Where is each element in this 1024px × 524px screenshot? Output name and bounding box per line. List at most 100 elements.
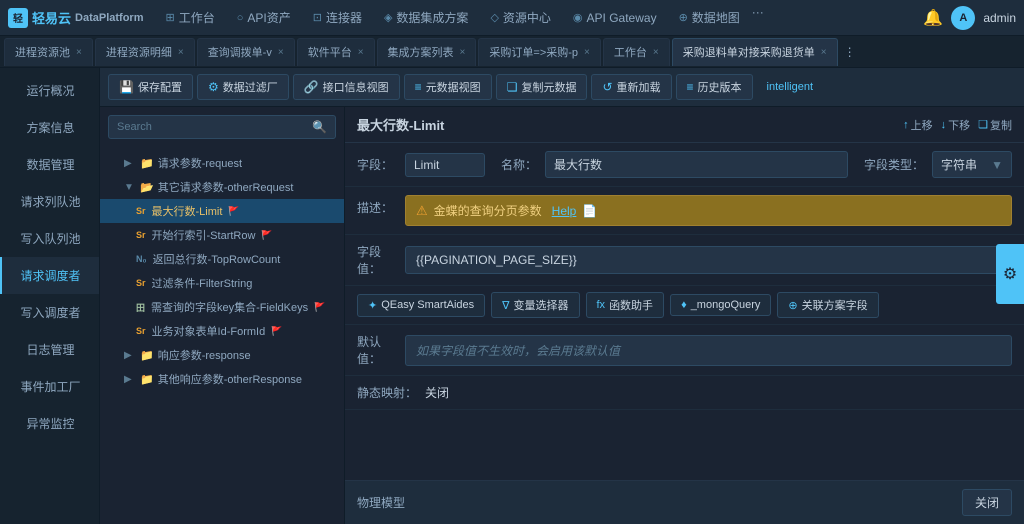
flag-icon: 🚩 bbox=[228, 206, 239, 217]
connector-icon: ⊡ bbox=[313, 11, 322, 24]
tree-label: 开始行索引-StartRow bbox=[152, 227, 256, 243]
move-up-button[interactable]: ↑ 上移 bbox=[903, 117, 933, 133]
mongoquery-button[interactable]: ♦ _mongoQuery bbox=[670, 294, 771, 316]
nav-items: ⊞ 工作台 ○ API资产 ⊡ 连接器 ◈ 数据集成方案 ◇ 资源中心 ◉ AP… bbox=[155, 5, 919, 30]
copy-button[interactable]: ❏ 复制 bbox=[978, 117, 1012, 133]
tab-close[interactable]: × bbox=[653, 47, 659, 58]
tab-close[interactable]: × bbox=[821, 47, 827, 58]
field-value[interactable]: Limit bbox=[405, 153, 485, 177]
tree-item-request[interactable]: ▶ 📁 请求参数-request bbox=[100, 151, 344, 175]
field-name-type-row: 字段： Limit 名称： 最大行数 字段类型： 字符串 ▼ bbox=[345, 143, 1024, 187]
copy-action-label: 复制 bbox=[990, 117, 1012, 133]
tab-purchase[interactable]: 采购订单=>采购-p × bbox=[478, 38, 600, 66]
tree-item-formid[interactable]: Sr 业务对象表单Id-FormId 🚩 bbox=[100, 319, 344, 343]
search-box[interactable]: 🔍 bbox=[108, 115, 336, 139]
name-value[interactable]: 最大行数 bbox=[545, 151, 848, 178]
smartaides-icon: ✦ bbox=[368, 299, 377, 312]
tab-close[interactable]: × bbox=[358, 47, 364, 58]
nav-item-api[interactable]: ○ API资产 bbox=[227, 5, 301, 30]
main-layout: 运行概况 方案信息 数据管理 请求列队池 写入队列池 请求调度者 写入调度者 日… bbox=[0, 68, 1024, 524]
tab-close[interactable]: × bbox=[584, 47, 590, 58]
nav-item-gateway[interactable]: ◉ API Gateway bbox=[563, 5, 667, 30]
related-fields-button[interactable]: ⊕ 关联方案字段 bbox=[777, 292, 878, 318]
nav-item-datamap[interactable]: ⊕ 数据地图 bbox=[669, 5, 750, 30]
nav-more[interactable]: ··· bbox=[752, 5, 764, 30]
tab-close[interactable]: × bbox=[460, 47, 466, 58]
copy-label: 复制元数据 bbox=[521, 79, 576, 95]
tab-workbench[interactable]: 工作台 × bbox=[603, 38, 670, 66]
user-avatar[interactable]: A bbox=[951, 6, 975, 30]
tab-query[interactable]: 查询调拨单-v × bbox=[197, 38, 295, 66]
sidebar-item-overview[interactable]: 运行概况 bbox=[0, 72, 99, 109]
tree-item-other-response[interactable]: ▶ 📁 其他响应参数-otherResponse bbox=[100, 367, 344, 391]
physical-label: 物理模型 bbox=[357, 494, 405, 511]
help-link[interactable]: Help bbox=[552, 204, 577, 218]
save-config-button[interactable]: 💾 保存配置 bbox=[108, 74, 193, 100]
mongo-icon: ♦ bbox=[681, 299, 687, 311]
move-down-button[interactable]: ↓ 下移 bbox=[941, 117, 971, 133]
tree-item-toprowcount[interactable]: N₀ 返回总行数-TopRowCount bbox=[100, 247, 344, 271]
tab-more-button[interactable]: ⋮ bbox=[840, 45, 860, 59]
sidebar-item-request-queue[interactable]: 请求列队池 bbox=[0, 183, 99, 220]
folder-icon: 📁 bbox=[140, 349, 154, 362]
intelligent-tab[interactable]: intelligent bbox=[757, 77, 823, 97]
type-select-value: 字符串 bbox=[941, 156, 977, 173]
tab-close[interactable]: × bbox=[278, 47, 284, 58]
nav-label-api: API资产 bbox=[247, 9, 290, 26]
history-icon: ≡ bbox=[687, 80, 694, 94]
nav-label-datamap: 数据地图 bbox=[692, 9, 740, 26]
tree-item-filterstring[interactable]: Sr 过滤条件-FilterString bbox=[100, 271, 344, 295]
field-value-input[interactable]: {{PAGINATION_PAGE_SIZE}} bbox=[405, 246, 1012, 274]
sidebar-item-plan-info[interactable]: 方案信息 bbox=[0, 109, 99, 146]
tree-label: 返回总行数-TopRowCount bbox=[153, 251, 281, 267]
tree-label: 其他响应参数-otherResponse bbox=[158, 371, 302, 387]
nav-item-resources[interactable]: ◇ 资源中心 bbox=[480, 5, 560, 30]
tab-label: 工作台 bbox=[614, 44, 647, 60]
reload-button[interactable]: ↺ 重新加载 bbox=[591, 74, 671, 100]
tree-toggle: ▼ bbox=[124, 182, 136, 193]
tab-integration-list[interactable]: 集成方案列表 × bbox=[377, 38, 477, 66]
sidebar-item-write-queue[interactable]: 写入队列池 bbox=[0, 220, 99, 257]
default-value-input[interactable]: 如果字段值不生效时，会启用该默认值 bbox=[405, 335, 1012, 366]
sidebar-item-event[interactable]: 事件加工厂 bbox=[0, 368, 99, 405]
qeasy-smartaides-button[interactable]: ✦ QEasy SmartAides bbox=[357, 294, 485, 317]
tree-item-response[interactable]: ▶ 📁 响应参数-response bbox=[100, 343, 344, 367]
copy-metadata-button[interactable]: ❏ 复制元数据 bbox=[496, 74, 588, 100]
type-select[interactable]: 字符串 ▼ bbox=[932, 151, 1012, 178]
filter-label: 数据过滤厂 bbox=[223, 79, 278, 95]
sidebar-item-data-management[interactable]: 数据管理 bbox=[0, 146, 99, 183]
move-down-label: 下移 bbox=[948, 117, 970, 133]
logo[interactable]: 轻 轻易云 DataPlatform bbox=[8, 8, 143, 28]
integration-icon: ◈ bbox=[384, 11, 392, 24]
tab-jincheng[interactable]: 进程资源池 × bbox=[4, 38, 93, 66]
search-input[interactable] bbox=[117, 121, 312, 133]
physical-close-button[interactable]: 关闭 bbox=[962, 489, 1012, 516]
sidebar-item-request-scheduler[interactable]: 请求调度者 bbox=[0, 257, 99, 294]
tree-item-startrow[interactable]: Sr 开始行索引-StartRow 🚩 bbox=[100, 223, 344, 247]
nav-item-connector[interactable]: ⊡ 连接器 bbox=[303, 5, 372, 30]
interface-view-button[interactable]: 🔗 接口信息视图 bbox=[293, 74, 400, 100]
sidebar-item-write-scheduler[interactable]: 写入调度者 bbox=[0, 294, 99, 331]
tab-main-active[interactable]: 采购退料单对接采购退货单 × bbox=[672, 38, 838, 66]
metadata-view-button[interactable]: ≡ 元数据视图 bbox=[404, 74, 492, 100]
related-label: 关联方案字段 bbox=[802, 297, 868, 313]
notification-bell[interactable]: 🔔 bbox=[923, 8, 943, 28]
variable-selector-button[interactable]: ∇ 变量选择器 bbox=[491, 292, 579, 318]
tab-software[interactable]: 软件平台 × bbox=[297, 38, 375, 66]
tree-item-other-request[interactable]: ▼ 📂 其它请求参数-otherRequest bbox=[100, 175, 344, 199]
tree-item-fieldkeys[interactable]: 田 需查询的字段key集合-FieldKeys 🚩 bbox=[100, 295, 344, 319]
sidebar-item-monitor[interactable]: 异常监控 bbox=[0, 405, 99, 442]
nav-item-integration[interactable]: ◈ 数据集成方案 bbox=[374, 5, 478, 30]
tab-jincheng-mingxi[interactable]: 进程资源明细 × bbox=[95, 38, 195, 66]
function-helper-button[interactable]: fx 函数助手 bbox=[586, 292, 665, 318]
tab-close[interactable]: × bbox=[178, 47, 184, 58]
settings-gear-button[interactable]: ⚙ bbox=[996, 244, 1024, 304]
tree-item-limit[interactable]: Sr 最大行数-Limit 🚩 bbox=[100, 199, 344, 223]
save-label: 保存配置 bbox=[138, 79, 182, 95]
sidebar-item-log[interactable]: 日志管理 bbox=[0, 331, 99, 368]
data-filter-button[interactable]: ⚙ 数据过滤厂 bbox=[197, 74, 289, 100]
history-button[interactable]: ≡ 历史版本 bbox=[676, 74, 753, 100]
detail-header: 最大行数-Limit ↑ 上移 ↓ 下移 ❏ 复制 bbox=[345, 107, 1024, 143]
nav-item-workbench[interactable]: ⊞ 工作台 bbox=[155, 5, 224, 30]
tab-close[interactable]: × bbox=[76, 47, 82, 58]
